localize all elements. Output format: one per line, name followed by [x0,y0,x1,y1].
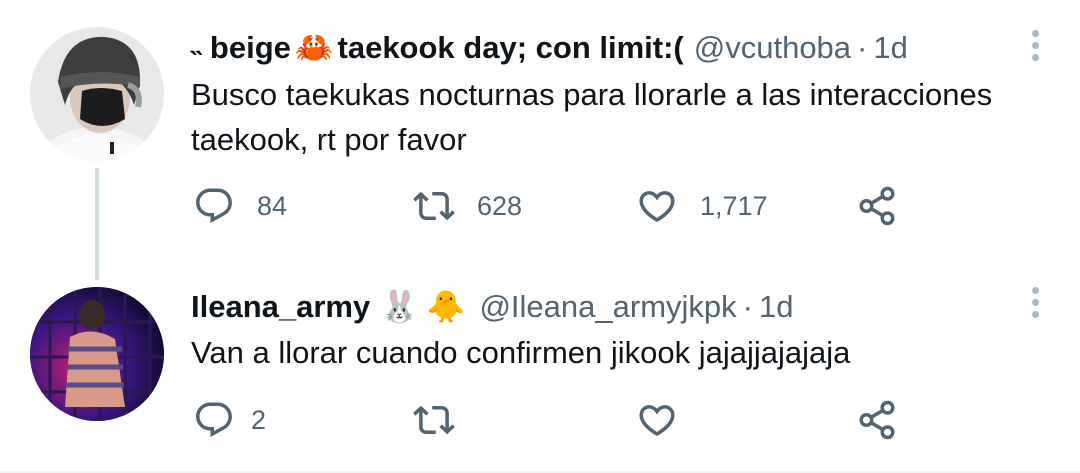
share-icon [859,400,895,440]
tweet-header: Ileana_army 🐰 🐥 @Ileana_armyjkpk · 1d [191,287,793,327]
timestamp[interactable]: 1d [873,28,907,68]
avatar[interactable] [30,287,164,421]
reply-button[interactable]: 2 [193,398,266,442]
timestamp[interactable]: 1d [759,287,793,327]
rabbit-emoji: 🐰 [380,289,419,324]
share-button[interactable] [856,184,898,228]
share-icon [859,186,895,226]
reply-button[interactable]: 84 [193,184,287,228]
action-bar: 2 [191,398,951,442]
tweet-header: ˵ beige 🦀 taekook day; con limit:( @vcut… [191,28,908,68]
tweet[interactable]: Ileana_army 🐰 🐥 @Ileana_armyjkpk · 1d Va… [0,275,1080,470]
reply-icon [196,402,232,437]
chick-emoji: 🐥 [426,289,466,324]
display-name[interactable]: ˵ beige [191,28,291,68]
heart-icon [639,191,675,223]
user-handle[interactable]: @vcuthoba [694,28,851,68]
like-count: 1,717 [700,190,768,221]
like-button[interactable] [636,398,694,442]
retweet-button[interactable]: 628 [413,184,522,228]
user-handle[interactable]: @Ileana_armyjkpk [479,287,736,327]
separator-dot: · [742,289,753,324]
reply-count: 84 [257,190,288,221]
like-button[interactable]: 1,717 [636,184,768,228]
crab-emoji: 🦀 [294,30,334,65]
reply-count: 2 [251,404,267,435]
heart-icon [639,405,675,437]
tweet[interactable]: ˵ beige 🦀 taekook day; con limit:( @vcut… [0,0,1080,260]
tweet-text: Busco taekukas nocturnas para llorarle a… [191,77,993,157]
avatar[interactable] [30,27,164,161]
separator-dot: · [857,30,868,65]
retweet-count: 628 [477,190,523,221]
share-button[interactable] [856,398,898,442]
display-name[interactable]: Ileana_army [191,287,370,327]
more-icon[interactable] [1032,287,1040,323]
tweet-text: Van a llorar cuando confirmen jikook jaj… [191,335,851,370]
more-icon[interactable] [1032,30,1040,66]
retweet-button[interactable] [413,398,471,442]
display-name-suffix[interactable]: taekook day; con limit:( [338,28,684,68]
retweet-icon [413,191,455,221]
action-bar: 84 628 1,717 [191,184,951,228]
reply-icon [196,188,232,223]
retweet-icon [413,405,455,435]
